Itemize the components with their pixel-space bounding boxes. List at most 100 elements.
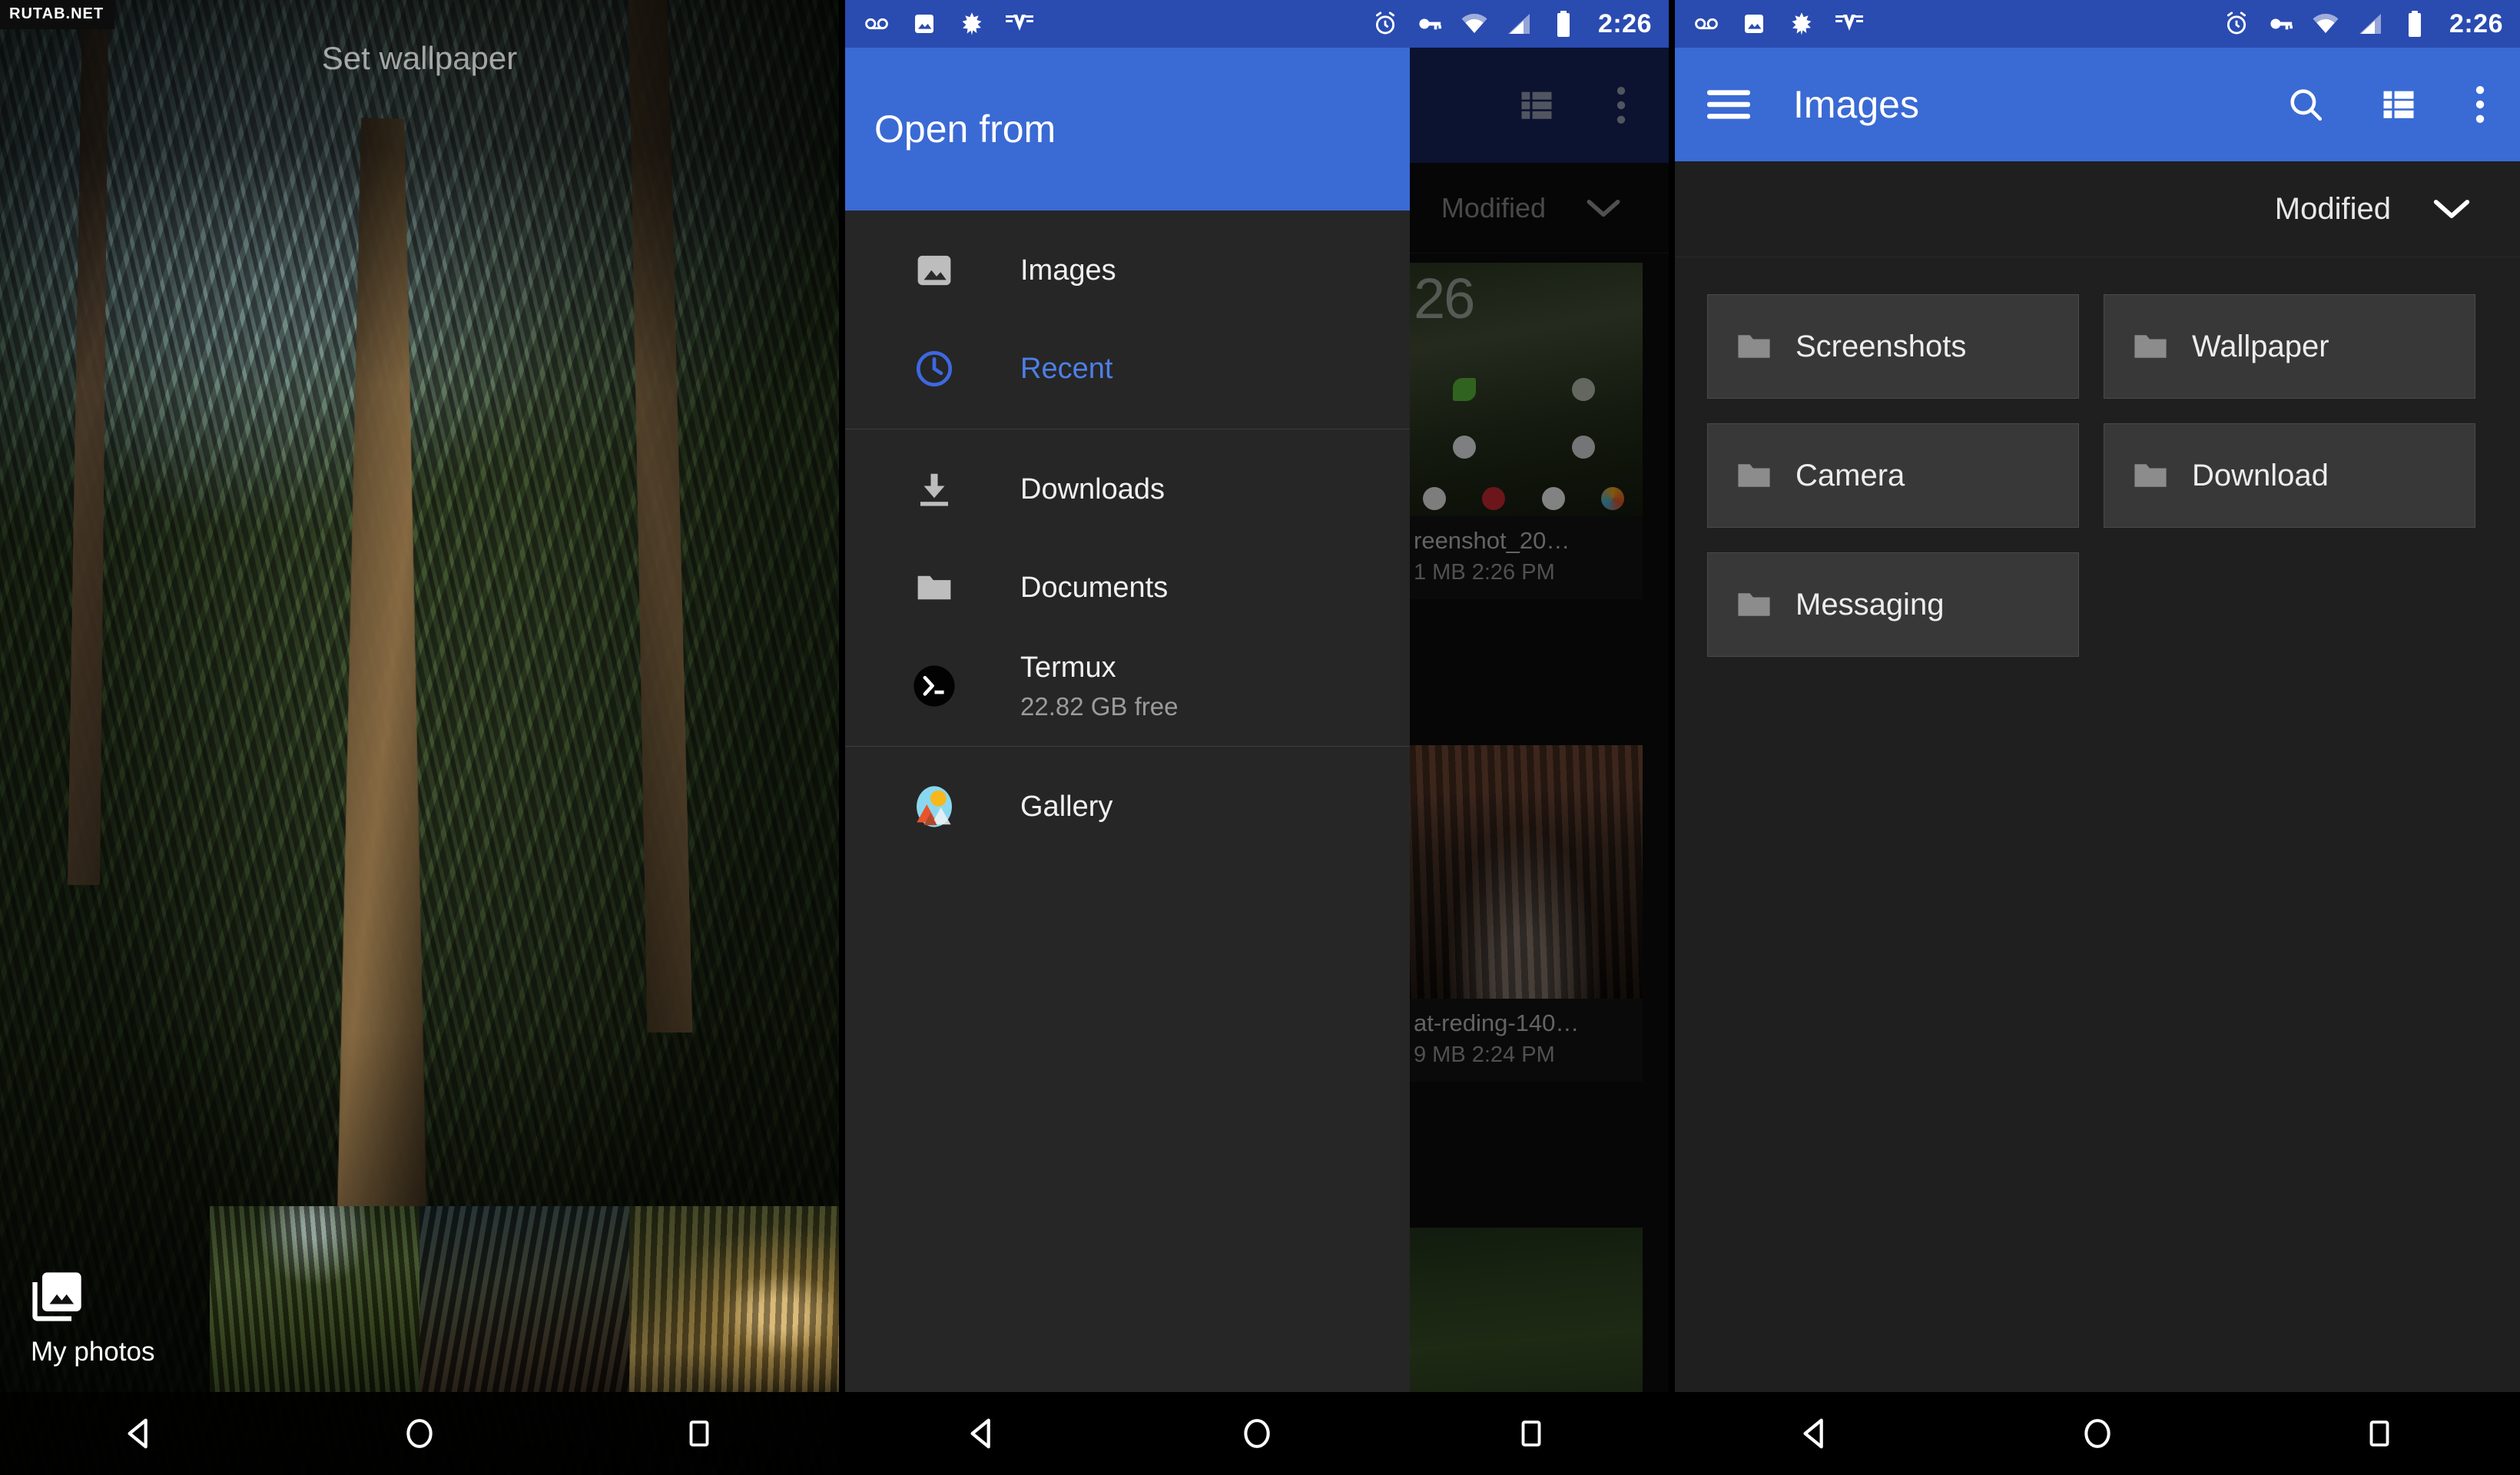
file-thumbnail (1404, 745, 1643, 999)
folder-chip-messaging[interactable]: Messaging (1707, 552, 2079, 657)
folder-icon (911, 565, 957, 611)
thumb-app-icon (1571, 436, 1595, 459)
file-size-time: 9 MB 2:24 PM (1414, 1042, 1555, 1067)
status-bar: 2:26 (845, 0, 1669, 48)
status-bar-right-icons: 2:26 (2222, 9, 2503, 39)
drawer-item-texts: Gallery (1020, 791, 1112, 824)
thumb-app-icon (1571, 378, 1595, 401)
thumb-app-icon (1452, 436, 1476, 459)
drawer-item-label: Documents (1020, 571, 1169, 604)
chevron-down-icon[interactable] (1584, 197, 1623, 220)
images-app-bar-actions (2286, 85, 2488, 124)
wallpaper-thumb[interactable] (210, 1206, 419, 1392)
folder-icon (2130, 326, 2170, 366)
nav-back-button[interactable] (1781, 1399, 1850, 1468)
file-card[interactable]: 26 reenshot_20… 1 MB 2:26 PM (1404, 263, 1643, 599)
nav-recents-button[interactable] (1497, 1399, 1566, 1468)
vpn-key-icon (2266, 9, 2296, 38)
wallpaper-thumb[interactable] (419, 1206, 629, 1392)
drawer-group-roots: Images Recent (845, 210, 1410, 429)
drawer-item-sublabel: 22.82 GB free (1020, 691, 1179, 721)
leaf-icon (957, 9, 986, 38)
clock-icon (911, 346, 957, 392)
folder-chip-camera[interactable]: Camera (1707, 423, 2079, 528)
android-nav-bar[interactable] (0, 1392, 839, 1475)
folder-label: Screenshots (1796, 329, 1967, 363)
search-icon[interactable] (2286, 85, 2325, 124)
folder-icon (1734, 326, 1774, 366)
vpn-key-icon (1415, 9, 1444, 38)
more-vertical-icon[interactable] (2472, 85, 2488, 124)
triangle-back-icon (965, 1416, 1000, 1451)
site-watermark: RUTAB.NET (0, 0, 115, 29)
drawer-item-gallery[interactable]: Gallery (845, 757, 1410, 856)
android-nav-bar[interactable] (845, 1392, 1669, 1475)
nav-recents-button[interactable] (665, 1399, 734, 1468)
images-sort-control[interactable]: Modified (1675, 161, 2520, 257)
folder-chip-wallpaper[interactable]: Wallpaper (2104, 294, 2475, 399)
forest-road-thumb (1404, 745, 1643, 999)
page-title: Images (1793, 83, 1919, 126)
panel-divider (839, 0, 845, 1475)
my-photos-button[interactable]: My photos (28, 1268, 154, 1367)
navigation-drawer[interactable]: Open from Images Recent Downloads Docume… (845, 48, 1410, 1475)
chevron-down-icon[interactable] (2431, 197, 2472, 221)
drawer-title: Open from (874, 108, 1056, 151)
nav-back-button[interactable] (948, 1399, 1017, 1468)
drawer-item-texts: Documents (1020, 572, 1168, 605)
file-card[interactable]: at-reding-140… 9 MB 2:24 PM (1404, 745, 1643, 1082)
panel-divider (1669, 0, 1675, 1475)
file-name: at-reding-140… (1414, 1009, 1580, 1036)
wallpaper-thumb[interactable] (629, 1206, 839, 1392)
folder-grid[interactable]: Screenshots Wallpaper Camera Download Me… (1675, 257, 2520, 694)
folder-icon (2130, 456, 2170, 496)
drawer-item-documents[interactable]: Documents (845, 539, 1410, 637)
wifi-icon (2311, 9, 2340, 38)
status-bar-clock: 2:26 (1597, 8, 1652, 38)
folder-label: Messaging (1796, 587, 1945, 621)
folder-label: Download (2192, 458, 2329, 492)
drawer-item-downloads[interactable]: Downloads (845, 440, 1410, 539)
alarm-icon (2222, 9, 2251, 38)
more-vertical-icon[interactable] (1613, 85, 1629, 125)
nav-home-button[interactable] (385, 1399, 454, 1468)
set-wallpaper-label: Set wallpaper (321, 40, 518, 76)
images-app-bar: Images (1675, 48, 2520, 161)
document-picker-panel: 2:26 Modified 26 reenshot_20… 1 MB 2:26 … (845, 0, 1669, 1475)
termux-icon (911, 663, 957, 709)
folder-chip-download[interactable]: Download (2104, 423, 2475, 528)
wifi-icon (1460, 9, 1489, 38)
drawer-item-texts: Downloads (1020, 473, 1165, 506)
drawer-item-images[interactable]: Images (845, 221, 1410, 320)
drawer-item-label: Downloads (1020, 472, 1165, 505)
winged-v-icon (1005, 9, 1034, 38)
my-photos-label: My photos (31, 1337, 155, 1367)
nav-home-button[interactable] (1222, 1399, 1292, 1468)
hamburger-menu-icon[interactable] (1707, 88, 1750, 121)
thumb-app-icon (1482, 487, 1506, 510)
list-view-icon[interactable] (1517, 85, 1557, 125)
gallery-app-icon (911, 784, 957, 830)
nav-recents-button[interactable] (2345, 1399, 2414, 1468)
folder-label: Wallpaper (2192, 329, 2329, 363)
status-bar-right-icons: 2:26 (1371, 9, 1652, 39)
voicemail-icon (862, 9, 891, 38)
leaf-icon (1787, 9, 1816, 38)
file-meta: at-reding-140… 9 MB 2:24 PM (1404, 999, 1643, 1082)
drawer-group-storage: Downloads Documents Termux 22.82 GB free (845, 429, 1410, 746)
file-size-time: 1 MB 2:26 PM (1414, 560, 1555, 585)
list-view-icon[interactable] (2379, 85, 2419, 124)
drawer-item-termux[interactable]: Termux 22.82 GB free (845, 637, 1410, 735)
alarm-icon (1371, 9, 1400, 38)
drawer-item-label: Termux (1020, 651, 1116, 684)
square-recents-icon (683, 1417, 715, 1450)
file-thumbnail: 26 (1404, 263, 1643, 516)
nav-back-button[interactable] (105, 1399, 174, 1468)
drawer-item-texts: Images (1020, 254, 1116, 287)
nav-home-button[interactable] (2063, 1399, 2132, 1468)
android-nav-bar[interactable] (1675, 1392, 2520, 1475)
status-bar-left-icons (862, 9, 1034, 38)
folder-chip-screenshots[interactable]: Screenshots (1707, 294, 2079, 399)
thumb-clock-text: 26 (1414, 267, 1475, 330)
drawer-item-recent[interactable]: Recent (845, 320, 1410, 418)
